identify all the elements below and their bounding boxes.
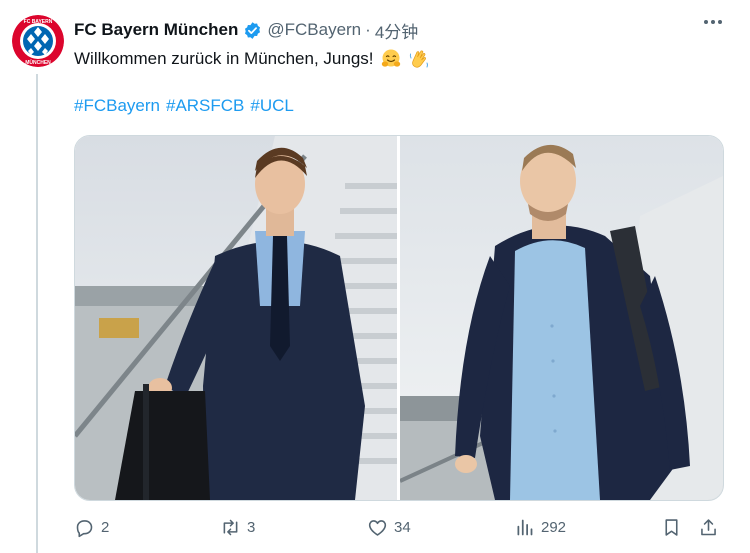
avatar[interactable]: FC BAYERN MÜNCHEN — [12, 15, 64, 67]
author-name[interactable]: FC Bayern München — [74, 20, 238, 40]
bookmark-button[interactable] — [661, 512, 682, 542]
photo-player-shirt-backpack[interactable] — [400, 136, 723, 500]
timestamp[interactable]: 4分钟 — [375, 18, 418, 43]
svg-text:MÜNCHEN: MÜNCHEN — [25, 59, 51, 66]
repost-count: 3 — [247, 518, 256, 536]
tweet-text: Willkommen zurück in München, Jungs! — [74, 47, 430, 71]
view-count: 292 — [541, 518, 567, 536]
reply-button[interactable]: 2 — [74, 512, 109, 542]
share-button[interactable] — [698, 512, 719, 542]
analytics-icon — [517, 519, 533, 535]
svg-text:FC BAYERN: FC BAYERN — [24, 19, 53, 25]
share-icon — [701, 518, 716, 535]
media-grid — [74, 135, 724, 501]
waving-hand-icon — [408, 48, 430, 70]
hashtag-fcbayern[interactable]: #FCBayern — [74, 94, 160, 118]
heart-icon — [368, 519, 387, 536]
hashtags: #FCBayern #ARSFCB #UCL — [74, 94, 294, 118]
bookmark-icon — [665, 518, 678, 536]
more-options-icon[interactable] — [704, 20, 722, 24]
verified-badge-icon — [243, 21, 262, 40]
like-button[interactable]: 34 — [367, 512, 411, 542]
action-bar: 2 3 34 292 — [74, 512, 724, 542]
views-button[interactable]: 292 — [514, 512, 566, 542]
hugging-face-icon — [380, 48, 402, 70]
tweet-header: FC Bayern München @FCBayern · 4分钟 — [74, 18, 418, 42]
reply-icon — [76, 519, 93, 537]
thread-line — [36, 74, 38, 553]
reply-count: 2 — [101, 518, 110, 536]
hashtag-arsfcb[interactable]: #ARSFCB — [166, 94, 244, 118]
repost-icon — [223, 519, 238, 535]
repost-button[interactable]: 3 — [220, 512, 255, 542]
photo-player-suit-stairs[interactable] — [75, 136, 397, 500]
tweet-body: Willkommen zurück in München, Jungs! — [74, 49, 374, 68]
hashtag-ucl[interactable]: #UCL — [250, 94, 293, 118]
separator-dot: · — [365, 20, 371, 39]
author-handle[interactable]: @FCBayern — [267, 20, 361, 40]
fc-bayern-logo-icon: FC BAYERN MÜNCHEN — [12, 15, 64, 67]
like-count: 34 — [394, 518, 411, 536]
